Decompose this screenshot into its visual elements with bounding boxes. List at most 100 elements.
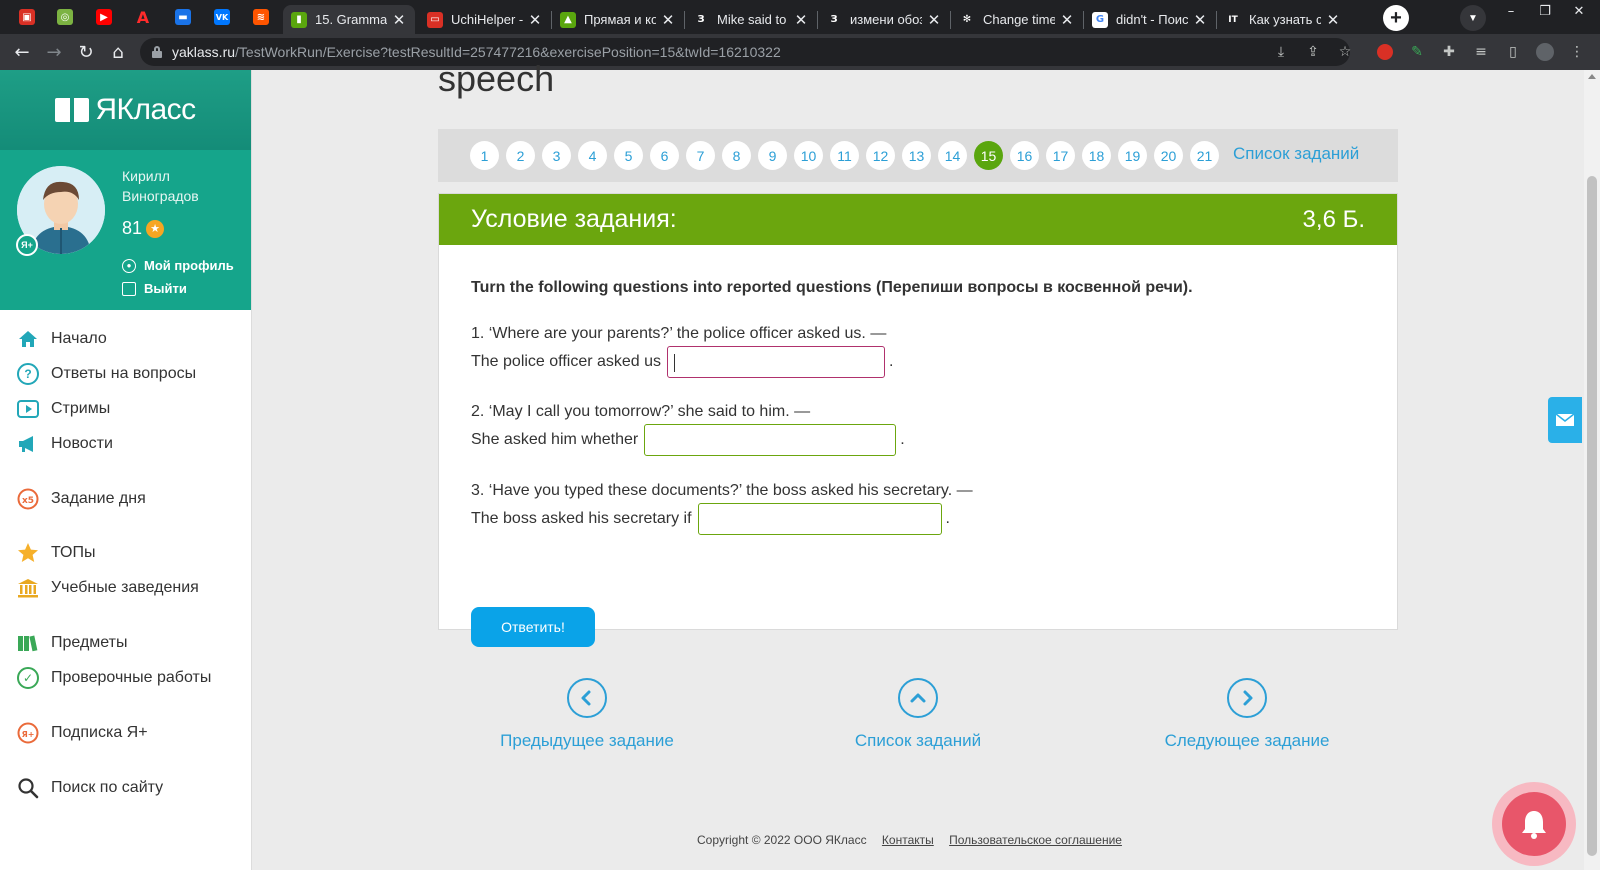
- menu-item-home[interactable]: Начало: [17, 326, 107, 352]
- close-icon[interactable]: ✕: [660, 11, 676, 29]
- reload-icon[interactable]: ↻: [73, 39, 99, 65]
- close-icon[interactable]: ✕: [1192, 11, 1208, 29]
- menu-kebab-icon[interactable]: ⋮: [1567, 42, 1587, 62]
- pager-page-8[interactable]: 8: [722, 141, 751, 170]
- tab-mike-said[interactable]: З Mike said to r ✕: [685, 5, 817, 34]
- close-icon[interactable]: ✕: [391, 11, 407, 29]
- star-icon[interactable]: ☆: [1335, 42, 1355, 62]
- answer-end-punct: .: [900, 431, 905, 448]
- menu-item-answers[interactable]: ? Ответы на вопросы: [17, 361, 196, 387]
- pinned-tab-youtube[interactable]: ▶: [91, 5, 117, 29]
- menu-item-institutions[interactable]: Учебные заведения: [17, 575, 199, 601]
- pinned-tab-acrobat[interactable]: A: [130, 5, 156, 29]
- tab-uchihelper[interactable]: ▭ UchiHelper - ✕: [419, 5, 551, 34]
- close-icon[interactable]: ✕: [1059, 11, 1075, 29]
- pager-page-10[interactable]: 10: [794, 141, 823, 170]
- pager-page-9[interactable]: 9: [758, 141, 787, 170]
- tab-change-time[interactable]: ✻ Change time ✕: [951, 5, 1083, 34]
- tab-search-button[interactable]: ▼: [1460, 5, 1486, 31]
- pager-page-18[interactable]: 18: [1082, 141, 1111, 170]
- pager-page-4[interactable]: 4: [578, 141, 607, 170]
- minimize-icon[interactable]: –: [1494, 0, 1528, 22]
- pager-page-21[interactable]: 21: [1190, 141, 1219, 170]
- profile-link[interactable]: ● Мой профиль: [122, 258, 234, 273]
- pager-page-14[interactable]: 14: [938, 141, 967, 170]
- home-icon[interactable]: ⌂: [105, 39, 131, 65]
- menu-item-streams[interactable]: Стримы: [17, 396, 110, 422]
- forward-icon[interactable]: →: [41, 39, 67, 65]
- scroll-up-icon[interactable]: [1588, 74, 1596, 79]
- menu-item-daily-task[interactable]: x5 Задание дня: [17, 486, 146, 512]
- adblock-extension-icon[interactable]: [1375, 42, 1395, 62]
- close-icon[interactable]: ✕: [926, 11, 942, 29]
- pinned-tab-vk[interactable]: VK: [209, 5, 235, 29]
- brand-logo[interactable]: ЯКласс: [0, 70, 251, 150]
- contacts-link[interactable]: Контакты: [882, 833, 934, 847]
- close-icon[interactable]: ✕: [1325, 11, 1341, 29]
- answer-input-3[interactable]: [697, 503, 942, 535]
- menu-item-news[interactable]: Новости: [17, 431, 113, 457]
- pager-page-7[interactable]: 7: [686, 141, 715, 170]
- share-icon[interactable]: ⇪: [1303, 42, 1323, 62]
- submit-answer-button[interactable]: Ответить!: [471, 607, 595, 647]
- extensions-puzzle-icon[interactable]: ✚: [1439, 42, 1459, 62]
- tab-direct-indirect[interactable]: ▲ Прямая и кос ✕: [552, 5, 684, 34]
- pager-page-3[interactable]: 3: [542, 141, 571, 170]
- tab-how-to[interactable]: IT Как узнать сп ✕: [1217, 5, 1349, 34]
- new-tab-button[interactable]: +: [1383, 5, 1409, 31]
- pager-page-2[interactable]: 2: [506, 141, 535, 170]
- pager-page-13[interactable]: 13: [902, 141, 931, 170]
- pen-extension-icon[interactable]: ✎: [1407, 42, 1427, 62]
- user-agreement-link[interactable]: Пользовательское соглашение: [949, 833, 1122, 847]
- menu-item-subjects[interactable]: Предметы: [17, 630, 127, 656]
- menu-item-label: Поиск по сайту: [51, 779, 164, 796]
- reading-list-icon[interactable]: ≡: [1471, 42, 1491, 62]
- scrollbar-thumb[interactable]: [1587, 176, 1597, 856]
- pager-page-16[interactable]: 16: [1010, 141, 1039, 170]
- task-pager: 1 2 3 4 5 6 7 8 9 10 11 12 13 14 15 16 1…: [438, 129, 1398, 182]
- task-list-bottom-link[interactable]: Список заданий: [808, 678, 1028, 751]
- pinned-tab-soundcloud[interactable]: ≋: [248, 5, 274, 29]
- pager-page-5[interactable]: 5: [614, 141, 643, 170]
- pager-page-12[interactable]: 12: [866, 141, 895, 170]
- menu-item-tests[interactable]: ✓ Проверочные работы: [17, 665, 211, 691]
- answer-input-1[interactable]: [667, 346, 886, 378]
- side-panel-icon[interactable]: ▯: [1503, 42, 1523, 62]
- tab-izmeni[interactable]: З измени обоз ✕: [818, 5, 950, 34]
- close-icon[interactable]: ✕: [527, 11, 543, 29]
- pinned-tab-android[interactable]: ◎: [52, 5, 78, 29]
- page-scrollbar[interactable]: [1584, 70, 1600, 870]
- menu-item-site-search[interactable]: Поиск по сайту: [17, 775, 163, 801]
- back-icon[interactable]: ←: [9, 39, 35, 65]
- window-close-icon[interactable]: ✕: [1562, 0, 1596, 22]
- chat-icon: ▬: [175, 9, 191, 25]
- menu-item-tops[interactable]: ТОПы: [17, 540, 96, 566]
- next-task-link[interactable]: Следующее задание: [1137, 678, 1357, 751]
- pager-page-20[interactable]: 20: [1154, 141, 1183, 170]
- address-bar[interactable]: yaklass.ru/TestWorkRun/Exercise?testResu…: [140, 38, 1350, 66]
- task-list-link[interactable]: Список заданий: [1233, 144, 1359, 164]
- install-icon[interactable]: ⤓: [1271, 42, 1291, 62]
- pager-page-6[interactable]: 6: [650, 141, 679, 170]
- pager-page-15-current[interactable]: 15: [974, 141, 1003, 170]
- answer-input-2[interactable]: [644, 424, 897, 456]
- previous-task-link[interactable]: Предыдущее задание: [477, 678, 697, 751]
- spark-favicon-icon: ✻: [959, 11, 975, 28]
- pager-page-11[interactable]: 11: [830, 141, 859, 170]
- profile-avatar-icon[interactable]: [1535, 42, 1555, 62]
- tab-grammar[interactable]: ▮ 15. Grammar. ✕: [283, 5, 415, 34]
- close-icon[interactable]: ✕: [793, 11, 809, 29]
- pinned-tab-chat[interactable]: ▬: [170, 5, 196, 29]
- pager-page-19[interactable]: 19: [1118, 141, 1147, 170]
- menu-item-subscription[interactable]: Я+ Подписка Я+: [17, 720, 148, 746]
- restore-icon[interactable]: ❐: [1528, 0, 1562, 22]
- menu-item-label: Новости: [51, 435, 113, 452]
- tab-google-search[interactable]: G didn't - Поис ✕: [1084, 5, 1216, 34]
- pinned-tab-red-app[interactable]: ▣: [14, 5, 40, 29]
- notifications-button[interactable]: [1492, 782, 1576, 866]
- chevron-left-icon: [567, 678, 607, 718]
- pager-page-17[interactable]: 17: [1046, 141, 1075, 170]
- feedback-mail-button[interactable]: [1548, 397, 1582, 443]
- pager-page-1[interactable]: 1: [470, 141, 499, 170]
- logout-link[interactable]: Выйти: [122, 281, 187, 296]
